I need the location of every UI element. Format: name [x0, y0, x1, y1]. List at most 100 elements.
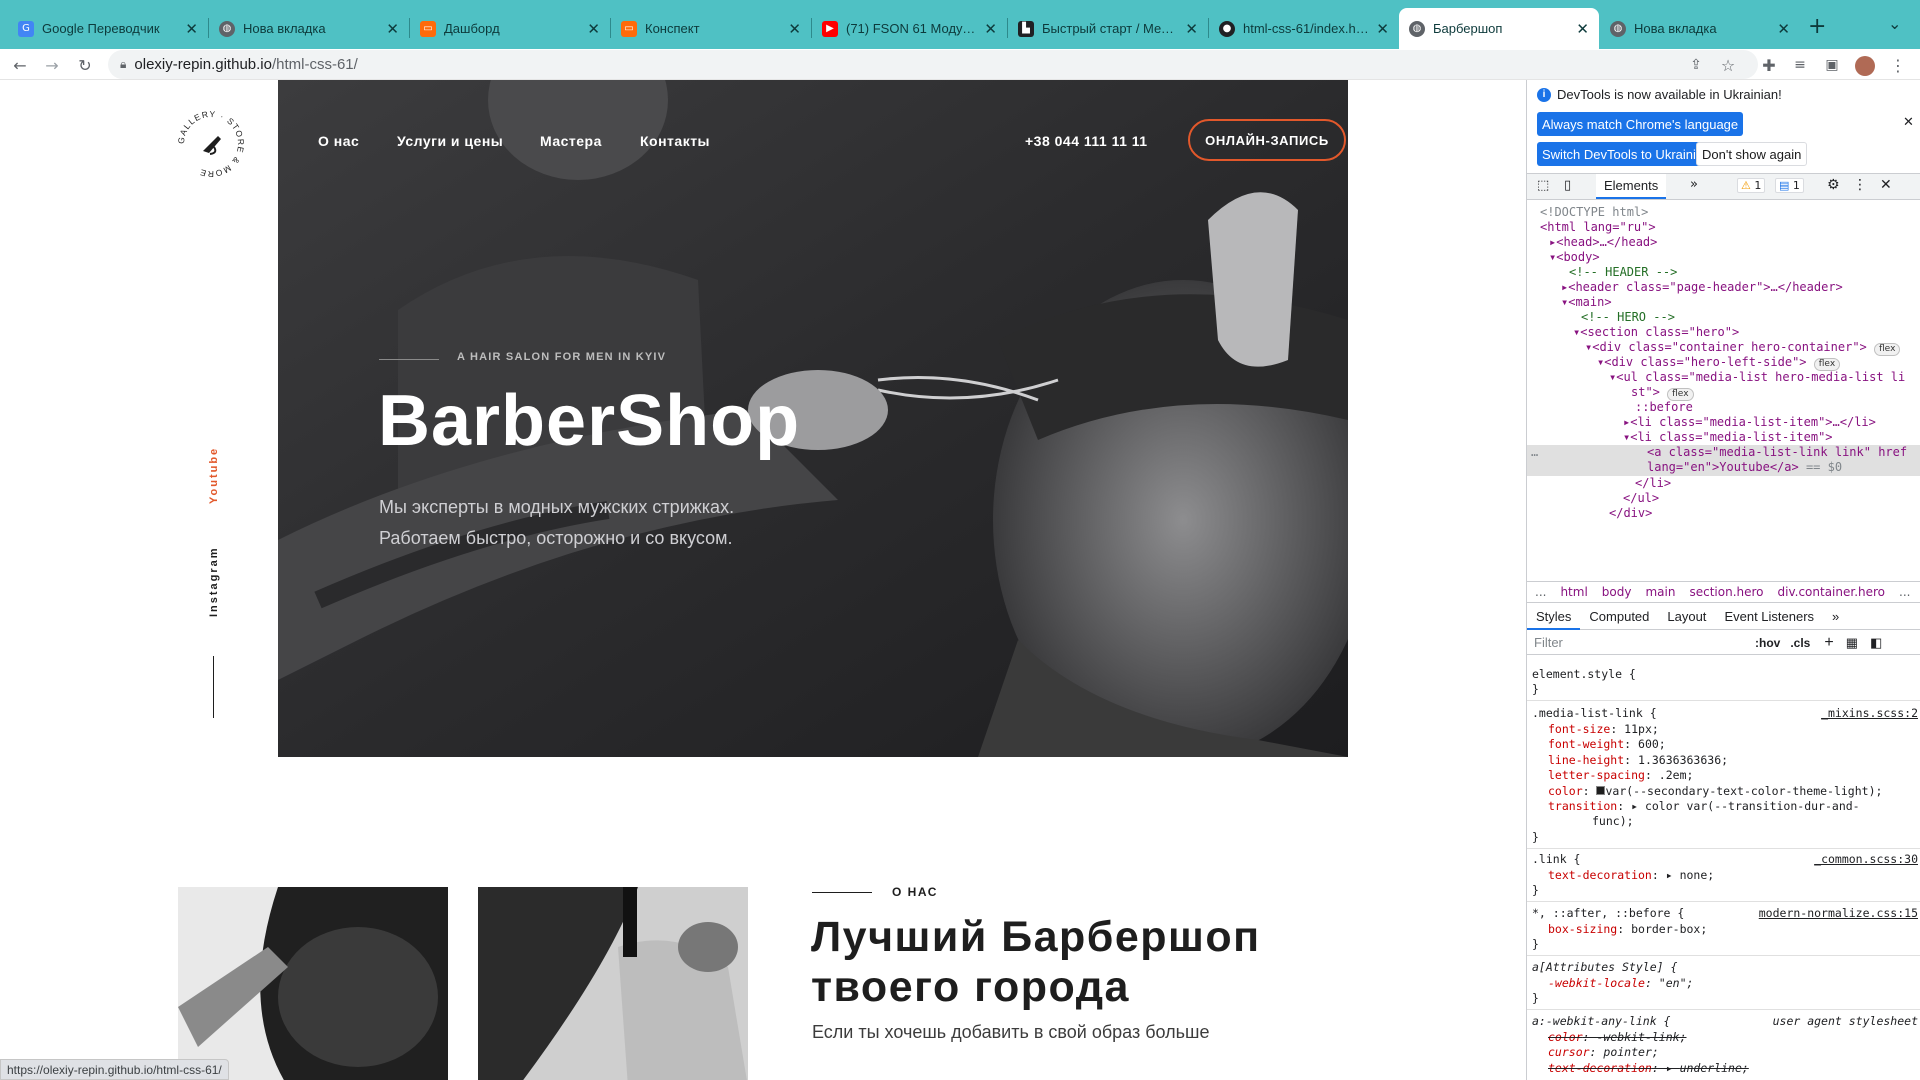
toggle-sidebar-icon[interactable]: ◧ — [1870, 635, 1882, 651]
breadcrumb-item[interactable]: ... — [1535, 585, 1546, 599]
online-booking-button[interactable]: ОНЛАЙН-ЗАПИСЬ — [1188, 119, 1346, 161]
cls-toggle[interactable]: .cls — [1790, 636, 1810, 650]
rule-source-link[interactable]: _common.scss:30 — [1814, 852, 1918, 866]
customize-devtools-icon[interactable]: ⋮ — [1853, 177, 1867, 193]
flex-badge[interactable]: flex — [1874, 343, 1901, 356]
close-tab-icon[interactable]: ✕ — [386, 20, 399, 38]
css-declaration[interactable]: cursor: pointer; — [1548, 1045, 1659, 1061]
close-tab-icon[interactable]: ✕ — [984, 20, 997, 38]
dom-node[interactable]: ▸<header class="page-header">…</header> — [1527, 280, 1843, 295]
selected-dom-node-continued[interactable]: lang="en">Youtube</a> == $0 — [1527, 460, 1842, 475]
css-declaration[interactable]: color: var(--secondary-text-color-theme-… — [1548, 784, 1882, 800]
phone-link[interactable]: +38 044 111 11 11 — [1025, 133, 1148, 149]
css-declaration[interactable]: font-size: 11px; — [1548, 722, 1659, 738]
rule-source-link[interactable]: _mixins.scss:2 — [1821, 706, 1918, 720]
nav-link-about[interactable]: О нас — [318, 133, 359, 149]
close-devtools-icon[interactable]: ✕ — [1880, 177, 1892, 193]
reload-icon[interactable]: ↻ — [73, 53, 97, 77]
dont-show-again-button[interactable]: Don't show again — [1696, 142, 1808, 166]
extensions-puzzle-icon[interactable]: ✚ — [1757, 53, 1781, 77]
subtab-layout[interactable]: Layout — [1658, 609, 1715, 624]
warnings-badge[interactable]: ⚠ 1 — [1737, 178, 1766, 193]
dom-comment[interactable]: <!-- HEADER --> — [1527, 265, 1677, 280]
breadcrumb-item[interactable]: html — [1560, 585, 1587, 599]
bookmark-star-icon[interactable]: ☆ — [1716, 53, 1740, 77]
close-banner-icon[interactable]: ✕ — [1903, 115, 1914, 130]
youtube-link[interactable]: Youtube — [208, 447, 220, 504]
breadcrumb-item[interactable]: body — [1602, 585, 1632, 599]
nav-link-masters[interactable]: Мастера — [540, 133, 602, 149]
close-tab-icon[interactable]: ✕ — [1376, 20, 1389, 38]
nav-link-contacts[interactable]: Контакты — [640, 133, 710, 149]
dom-node[interactable]: <html lang="ru"> — [1527, 220, 1656, 235]
instagram-link[interactable]: Instagram — [208, 546, 220, 617]
dom-node[interactable]: </ul> — [1527, 491, 1659, 506]
breadcrumb-item[interactable]: ... — [1899, 585, 1910, 599]
more-tabs-chevron-icon[interactable]: » — [1690, 177, 1698, 192]
dom-node[interactable]: ▾<section class="hero"> — [1527, 325, 1739, 340]
nav-link-services[interactable]: Услуги и цены — [397, 133, 503, 149]
hov-toggle[interactable]: :hov — [1755, 636, 1780, 650]
close-tab-icon[interactable]: ✕ — [1777, 20, 1790, 38]
more-menu-icon[interactable]: ⋮ — [1886, 53, 1910, 77]
tab-google-translate[interactable]: G Google Переводчик ✕ — [8, 8, 208, 49]
close-tab-icon[interactable]: ✕ — [788, 20, 801, 38]
device-toolbar-icon[interactable]: ▯ — [1564, 178, 1571, 193]
rule-selector[interactable]: *, ::after, ::before { — [1532, 906, 1684, 922]
close-tab-icon[interactable]: ✕ — [1576, 20, 1589, 38]
dom-node[interactable]: ▸<li class="media-list-item">…</li> — [1527, 415, 1876, 430]
switch-ukrainian-button[interactable]: Switch DevTools to Ukrainian — [1537, 142, 1716, 166]
rule-selector[interactable]: .media-list-link { — [1532, 706, 1657, 722]
dom-comment[interactable]: <!-- HERO --> — [1527, 310, 1675, 325]
more-subtabs-chevron-icon[interactable]: » — [1823, 609, 1848, 624]
subtab-event-listeners[interactable]: Event Listeners — [1715, 609, 1823, 624]
css-declaration[interactable]: letter-spacing: .2em; — [1548, 768, 1693, 784]
inspect-element-icon[interactable]: ⬚ — [1537, 178, 1549, 193]
dom-node[interactable]: ▸<head>…</head> — [1527, 235, 1657, 250]
css-declaration[interactable]: text-decoration: ▸ underline; — [1548, 1061, 1749, 1077]
dom-node[interactable]: ▾<main> — [1527, 295, 1612, 310]
breadcrumb-item[interactable]: main — [1645, 585, 1675, 599]
dom-node[interactable]: </div> — [1527, 506, 1652, 521]
side-panel-icon[interactable]: ▣ — [1820, 53, 1844, 77]
subtab-computed[interactable]: Computed — [1580, 609, 1658, 624]
rule-selector[interactable]: a:-webkit-any-link { — [1532, 1014, 1670, 1030]
media-queue-icon[interactable]: ≡ — [1788, 53, 1812, 77]
breadcrumb-item[interactable]: div.container.hero — [1778, 585, 1886, 599]
settings-gear-icon[interactable]: ⚙ — [1827, 177, 1840, 193]
css-declaration[interactable]: transition: ▸ color var(--transition-dur… — [1548, 799, 1860, 815]
close-tab-icon[interactable]: ✕ — [1185, 20, 1198, 38]
tab-barbershop[interactable]: ◍ Барбершоп ✕ — [1399, 8, 1599, 49]
dom-node[interactable]: ▾<div class="container hero-container"> … — [1527, 340, 1901, 356]
close-tab-icon[interactable]: ✕ — [185, 20, 198, 38]
dom-node[interactable]: ▾<body> — [1527, 250, 1600, 265]
tab-elements[interactable]: Elements — [1596, 174, 1667, 199]
subtab-styles[interactable]: Styles — [1527, 604, 1581, 630]
messages-badge[interactable]: ▤ 1 — [1775, 178, 1804, 193]
new-tab-icon[interactable]: + — [1808, 14, 1826, 39]
css-declaration[interactable]: -webkit-locale: "en"; — [1548, 976, 1693, 992]
dom-node-continued[interactable]: st"> flex — [1527, 385, 1694, 401]
rule-selector[interactable]: .link { — [1532, 852, 1580, 868]
back-arrow-icon[interactable]: ← — [8, 53, 32, 77]
dom-node[interactable]: ▾<ul class="media-list hero-media-list l… — [1527, 370, 1905, 385]
rendering-emulation-icon[interactable]: ▦ — [1846, 635, 1858, 651]
rule-selector[interactable]: a[Attributes Style] { — [1532, 960, 1677, 976]
styles-filter-input[interactable]: Filter — [1527, 635, 1747, 650]
element-style-rule[interactable]: element.style { — [1532, 667, 1636, 683]
share-icon[interactable]: ⇪ — [1684, 53, 1708, 77]
dom-node[interactable]: </li> — [1527, 476, 1671, 491]
css-declaration[interactable]: line-height: 1.3636363636; — [1548, 753, 1728, 769]
css-declaration[interactable]: box-sizing: border-box; — [1548, 922, 1707, 938]
address-bar[interactable]: 🔒︎ olexiy-repin.github.io/html-css-61/ — [108, 50, 1758, 79]
tab-new-1[interactable]: ◍ Нова вкладка ✕ — [209, 8, 409, 49]
forward-arrow-icon[interactable]: → — [40, 53, 64, 77]
always-match-language-button[interactable]: Always match Chrome's language — [1537, 112, 1744, 136]
breadcrumb-item[interactable]: section.hero — [1689, 585, 1763, 599]
selected-dom-node[interactable]: <a class="media-list-link link" href — [1527, 445, 1907, 460]
dom-node[interactable]: ▾<div class="hero-left-side"> flex — [1527, 355, 1841, 371]
tab-search-chevron-icon[interactable]: ⌄ — [1888, 14, 1901, 33]
tab-github[interactable]: ● html-css-61/index.html... ✕ — [1209, 8, 1399, 49]
css-declaration[interactable]: font-weight: 600; — [1548, 737, 1666, 753]
tab-new-2[interactable]: ◍ Нова вкладка ✕ — [1600, 8, 1800, 49]
